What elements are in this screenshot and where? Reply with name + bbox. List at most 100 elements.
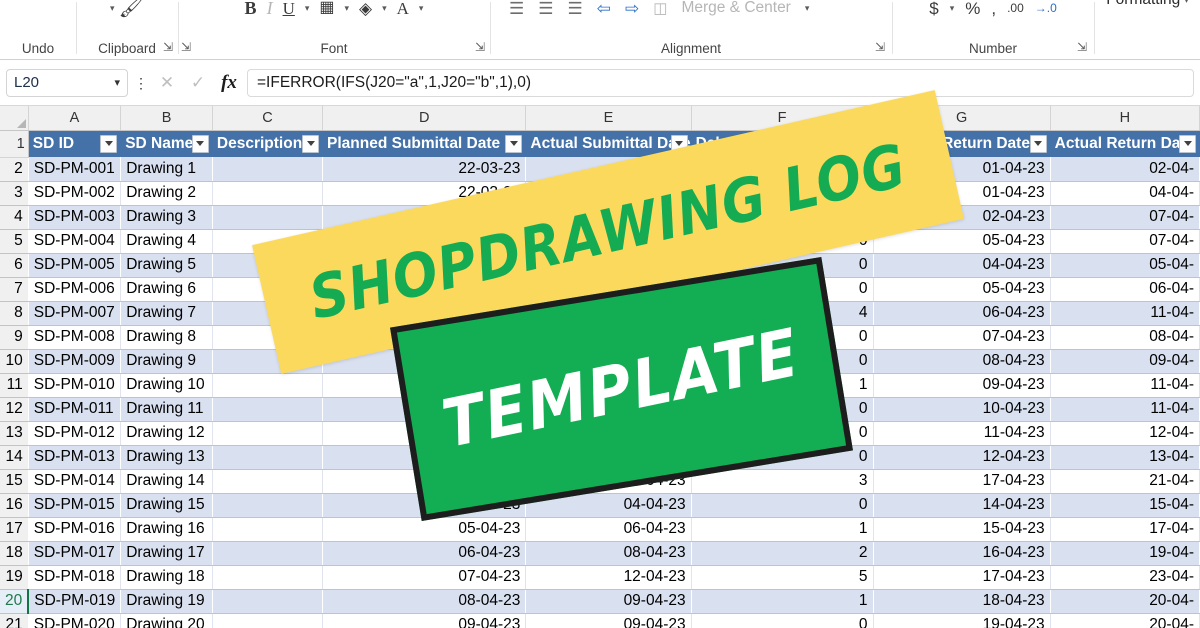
row-header-2[interactable]: 2 bbox=[0, 157, 29, 182]
table-cell[interactable]: 0 bbox=[691, 493, 873, 518]
table-cell[interactable]: 10-04-23 bbox=[873, 397, 1051, 422]
chevron-down-icon[interactable]: ▾ bbox=[419, 3, 424, 14]
percent-icon[interactable]: % bbox=[965, 0, 980, 17]
table-cell[interactable]: 08-04- bbox=[1050, 325, 1200, 350]
merge-center-icon[interactable]: ◫ bbox=[653, 1, 667, 16]
table-cell[interactable]: SD-PM-020 bbox=[28, 613, 122, 628]
table-cell[interactable]: 05-04-23 bbox=[873, 277, 1051, 302]
table-cell[interactable]: 11-04- bbox=[1050, 301, 1200, 326]
filter-dropdown-icon[interactable] bbox=[100, 134, 118, 153]
table-cell[interactable]: 11-04-23 bbox=[873, 421, 1051, 446]
number-dialog-launcher-icon[interactable]: ⇲ bbox=[1077, 40, 1087, 54]
table-cell[interactable]: SD-PM-012 bbox=[28, 421, 122, 446]
table-cell[interactable]: 18-04-23 bbox=[873, 589, 1051, 614]
table-cell[interactable]: SD-PM-002 bbox=[28, 181, 122, 206]
row-header-5[interactable]: 5 bbox=[0, 229, 29, 254]
table-cell[interactable]: 19-04- bbox=[1050, 541, 1200, 566]
table-cell[interactable] bbox=[212, 397, 323, 422]
table-cell[interactable]: Drawing 4 bbox=[120, 229, 213, 254]
table-row[interactable]: 16SD-PM-015Drawing 1504-04-2304-04-23014… bbox=[0, 493, 1200, 518]
table-cell[interactable]: 07-04-23 bbox=[322, 565, 527, 590]
table-cell[interactable]: SD-PM-010 bbox=[28, 373, 122, 398]
table-header-cell[interactable]: Actual Return Date bbox=[1050, 130, 1200, 157]
table-cell[interactable]: 11-04- bbox=[1050, 373, 1200, 398]
table-cell[interactable]: 12-04-23 bbox=[873, 445, 1051, 470]
table-cell[interactable]: 21-04- bbox=[1050, 469, 1200, 494]
table-cell[interactable]: SD-PM-011 bbox=[28, 397, 121, 422]
table-cell[interactable]: Drawing 10 bbox=[120, 373, 213, 398]
table-cell[interactable]: Drawing 1 bbox=[120, 157, 213, 182]
table-cell[interactable]: SD-PM-017 bbox=[28, 541, 121, 566]
fill-color-icon[interactable]: ◈ bbox=[359, 0, 372, 17]
insert-function-icon[interactable]: fx bbox=[216, 72, 242, 94]
row-header-14[interactable]: 14 bbox=[0, 445, 29, 470]
table-cell[interactable]: 04-04- bbox=[1050, 181, 1200, 206]
table-cell[interactable]: 07-04- bbox=[1050, 229, 1200, 254]
table-cell[interactable]: 06-04-23 bbox=[525, 517, 692, 542]
row-header-16[interactable]: 16 bbox=[0, 493, 29, 518]
table-row[interactable]: 18 SD-PM-017 Drawing 17 06-04-23 08-04-23 2 16… bbox=[0, 541, 1200, 566]
table-cell[interactable] bbox=[212, 613, 324, 628]
filter-dropdown-icon[interactable] bbox=[505, 134, 523, 153]
column-header-e[interactable]: E bbox=[525, 106, 692, 131]
increase-decimal-icon[interactable]: .00 bbox=[1007, 2, 1024, 14]
table-header-cell[interactable]: SD ID bbox=[28, 130, 122, 157]
table-cell[interactable]: 09-04-23 bbox=[525, 613, 692, 628]
column-header-c[interactable]: C bbox=[212, 106, 324, 131]
borders-icon[interactable]: ▦ bbox=[319, 0, 334, 16]
row-header-7[interactable]: 7 bbox=[0, 277, 29, 302]
table-cell[interactable] bbox=[212, 445, 323, 470]
table-cell[interactable]: 1 bbox=[691, 589, 873, 614]
cancel-icon[interactable]: ✕ bbox=[154, 73, 180, 93]
table-cell[interactable]: Drawing 19 bbox=[120, 589, 213, 614]
table-cell[interactable]: Drawing 8 bbox=[120, 325, 213, 350]
table-cell[interactable]: 15-04-23 bbox=[873, 517, 1051, 542]
table-cell[interactable]: 15-04- bbox=[1050, 493, 1200, 518]
table-cell[interactable]: 5 bbox=[691, 565, 874, 590]
table-cell[interactable]: SD-PM-003 bbox=[28, 205, 121, 230]
table-cell[interactable]: SD-PM-007 bbox=[28, 301, 121, 326]
formula-input[interactable]: =IFERROR(IFS(J20="a",1,J20="b",1),0) bbox=[247, 68, 1194, 97]
table-cell[interactable] bbox=[212, 517, 324, 542]
table-cell[interactable] bbox=[212, 181, 324, 206]
table-cell[interactable]: 06-04-23 bbox=[322, 541, 526, 566]
column-header-h[interactable]: H bbox=[1050, 106, 1200, 131]
table-cell[interactable]: 17-04- bbox=[1050, 517, 1200, 542]
table-cell[interactable]: Drawing 13 bbox=[120, 445, 213, 470]
alignment-dialog-launcher-icon[interactable]: ⇲ bbox=[875, 40, 885, 54]
chevron-down-icon[interactable]: ▾ bbox=[1184, 0, 1189, 6]
filter-dropdown-icon[interactable] bbox=[1179, 134, 1196, 153]
table-cell[interactable]: 02-04- bbox=[1050, 157, 1200, 182]
table-cell[interactable]: Drawing 12 bbox=[120, 421, 213, 446]
table-row[interactable]: 17 SD-PM-016 Drawing 16 05-04-23 06-04-23 1 15… bbox=[0, 517, 1200, 542]
table-row[interactable]: 21 SD-PM-020 Drawing 20 09-04-23 09-04-23 0 19… bbox=[0, 613, 1200, 628]
row-header-10[interactable]: 10 bbox=[0, 349, 29, 374]
table-cell[interactable]: 05-04- bbox=[1050, 253, 1200, 278]
table-cell[interactable]: Drawing 6 bbox=[120, 277, 213, 302]
table-cell[interactable] bbox=[212, 541, 323, 566]
table-cell[interactable]: Drawing 15 bbox=[120, 493, 213, 518]
table-cell[interactable]: SD-PM-009 bbox=[28, 349, 121, 374]
table-cell[interactable]: 09-04-23 bbox=[322, 613, 527, 628]
table-cell[interactable] bbox=[212, 157, 323, 182]
merge-center-label[interactable]: Merge & Center bbox=[681, 0, 790, 16]
table-cell[interactable]: 20-04- bbox=[1050, 589, 1200, 614]
chevron-down-icon[interactable]: ▾ bbox=[382, 3, 387, 14]
align-left-icon[interactable]: ☰ bbox=[509, 0, 524, 17]
table-cell[interactable]: 22-03-23 bbox=[322, 157, 526, 182]
italic-icon[interactable]: I bbox=[267, 0, 273, 17]
table-cell[interactable]: SD-PM-008 bbox=[28, 325, 122, 350]
decrease-decimal-icon[interactable]: →.0 bbox=[1035, 2, 1057, 14]
comma-icon[interactable]: , bbox=[991, 0, 996, 17]
row-header-8[interactable]: 8 bbox=[0, 301, 29, 326]
font-dialog-launcher-icon[interactable]: ⇲ bbox=[475, 40, 485, 54]
align-center-icon[interactable]: ☰ bbox=[538, 0, 553, 17]
table-cell[interactable]: Drawing 5 bbox=[120, 253, 213, 278]
table-cell[interactable]: 11-04- bbox=[1050, 397, 1200, 422]
currency-icon[interactable]: $ bbox=[929, 0, 938, 17]
table-cell[interactable]: 19-04-23 bbox=[873, 613, 1051, 628]
table-cell[interactable]: 07-04-23 bbox=[873, 325, 1051, 350]
table-cell[interactable]: 09-04-23 bbox=[525, 589, 692, 614]
table-cell[interactable]: 3 bbox=[691, 469, 874, 494]
table-cell[interactable] bbox=[212, 421, 324, 446]
